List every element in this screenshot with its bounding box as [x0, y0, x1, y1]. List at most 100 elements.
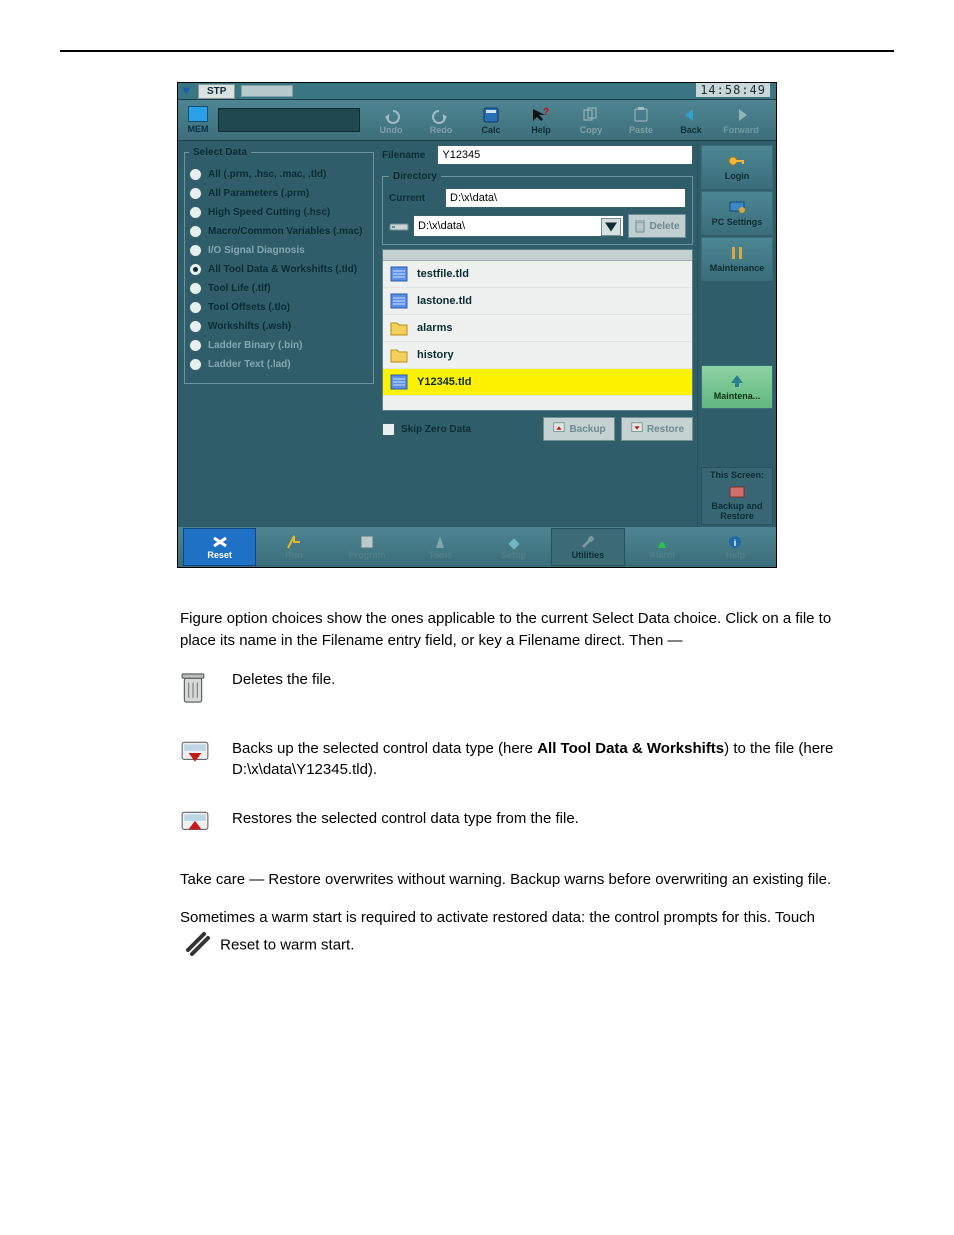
backup-icon — [180, 740, 216, 771]
help-button[interactable]: ? Help — [516, 105, 566, 135]
trash-icon — [180, 671, 216, 710]
current-dir-label: Current — [389, 193, 445, 204]
setup-label: Setup — [501, 550, 526, 560]
radio-icon — [189, 320, 202, 333]
pc-settings-button[interactable]: PC Settings — [701, 191, 773, 235]
maintenance-icon — [727, 245, 747, 261]
alarm-button[interactable]: Alarm — [627, 529, 698, 565]
list-item-selected[interactable]: Y12345.tld — [383, 369, 692, 396]
utilities-label: Utilities — [572, 550, 605, 560]
copy-button[interactable]: Copy — [566, 105, 616, 135]
app-tab-stp[interactable]: STP — [198, 84, 235, 99]
reset-icon — [210, 534, 230, 550]
clock-readout: 14:58:49 — [696, 83, 770, 97]
paste-label: Paste — [616, 125, 666, 135]
drive-dropdown[interactable]: D:\x\data\ — [413, 215, 624, 237]
restore-button[interactable]: Restore — [621, 417, 693, 441]
skip-zero-checkbox[interactable] — [382, 423, 395, 436]
restore-icon — [630, 421, 644, 438]
list-item[interactable]: history — [383, 342, 692, 369]
folder-icon — [389, 346, 409, 364]
radio-icon — [189, 225, 202, 238]
system-menu-icon[interactable] — [180, 84, 194, 98]
radio-label: High Speed Cutting (.hsc) — [208, 207, 330, 218]
doc-restore-text: Restores the selected control data type … — [232, 808, 834, 829]
radio-ladder-text: Ladder Text (.lad) — [189, 358, 369, 371]
radio-icon — [189, 168, 202, 181]
list-item[interactable]: lastone.tld — [383, 288, 692, 315]
file-name: Y12345.tld — [417, 376, 471, 388]
undo-button[interactable]: Undo — [366, 105, 416, 135]
file-name: testfile.tld — [417, 268, 469, 280]
back-arrow-icon — [681, 107, 701, 123]
back-button[interactable]: Back — [666, 105, 716, 135]
tools-button[interactable]: Tools — [405, 529, 476, 565]
login-button[interactable]: Login — [701, 145, 773, 189]
calc-icon — [481, 107, 501, 123]
radio-io-signal-diagnosis: I/O Signal Diagnosis — [189, 244, 369, 257]
radio-label: I/O Signal Diagnosis — [208, 245, 305, 256]
bottom-nav-bar: Reset Run Program Tools — [178, 527, 776, 567]
reset-button[interactable]: Reset — [183, 528, 256, 566]
radio-icon — [189, 263, 202, 276]
forward-button[interactable]: Forward — [716, 105, 766, 135]
select-data-group: Select Data All (.prm, .hsc, .mac, .tld)… — [184, 147, 374, 384]
doc-backup-text: Backs up the selected control data type … — [232, 738, 834, 780]
file-icon — [389, 265, 409, 283]
radio-label: All Tool Data & Workshifts (.tld) — [208, 264, 357, 275]
file-icon — [389, 292, 409, 310]
bottom-help-button[interactable]: i Help — [700, 529, 771, 565]
setup-button[interactable]: Setup — [478, 529, 549, 565]
list-item[interactable]: testfile.tld — [383, 261, 692, 288]
radio-workshifts[interactable]: Workshifts (.wsh) — [189, 320, 369, 333]
doc-warning: Take care — Restore overwrites without w… — [180, 869, 834, 892]
back-label: Back — [666, 125, 716, 135]
reset-slash-icon — [184, 930, 212, 962]
backup-button[interactable]: Backup — [543, 417, 615, 441]
main-toolbar: MEM Undo Redo Calc ? Help — [178, 100, 776, 141]
pc-settings-icon — [727, 199, 747, 215]
copy-label: Copy — [566, 125, 616, 135]
mode-mem-button[interactable]: MEM — [178, 106, 218, 134]
arrow-up-icon — [727, 373, 747, 389]
radio-icon — [189, 244, 202, 257]
drive-dropdown-value: D:\x\data\ — [418, 220, 465, 232]
undo-label: Undo — [366, 125, 416, 135]
doc-delete-row: Deletes the file. — [180, 669, 834, 710]
radio-high-speed-cutting[interactable]: High Speed Cutting (.hsc) — [189, 206, 369, 219]
radio-all-parameters[interactable]: All Parameters (.prm) — [189, 187, 369, 200]
paste-button[interactable]: Paste — [616, 105, 666, 135]
radio-icon — [189, 339, 202, 352]
maintenance-label: Maintenance — [710, 263, 765, 273]
radio-label: All (.prm, .hsc, .mac, .tld) — [208, 169, 326, 180]
redo-button[interactable]: Redo — [416, 105, 466, 135]
filename-input[interactable]: Y12345 — [437, 145, 693, 165]
restore-label: Restore — [647, 424, 684, 435]
maintenance-active-button[interactable]: Maintena... — [701, 365, 773, 409]
run-button[interactable]: Run — [258, 529, 329, 565]
select-data-legend: Select Data — [189, 147, 251, 158]
radio-all-tool-data-workshifts[interactable]: All Tool Data & Workshifts (.tld) — [189, 263, 369, 276]
wrench-icon — [578, 534, 598, 550]
maintenance-button[interactable]: Maintenance — [701, 237, 773, 281]
key-icon — [727, 153, 747, 169]
current-dir-field[interactable]: D:\x\data\ — [445, 188, 686, 208]
radio-tool-offsets[interactable]: Tool Offsets (.tlo) — [189, 301, 369, 314]
list-item[interactable]: alarms — [383, 315, 692, 342]
file-name: history — [417, 349, 454, 361]
mode-display-strip — [218, 108, 360, 132]
program-button[interactable]: Program — [332, 529, 403, 565]
alarm-icon — [652, 534, 672, 550]
radio-macro-common-vars[interactable]: Macro/Common Variables (.mac) — [189, 225, 369, 238]
mem-label: MEM — [178, 124, 218, 134]
delete-file-button[interactable]: Delete — [628, 214, 686, 238]
file-list[interactable]: testfile.tld lastone.tld alarms — [382, 249, 693, 411]
utilities-button[interactable]: Utilities — [551, 528, 624, 566]
undo-icon — [381, 107, 401, 123]
radio-label: All Parameters (.prm) — [208, 188, 309, 199]
maintenance-active-label: Maintena... — [714, 391, 761, 401]
radio-tool-life[interactable]: Tool Life (.tlf) — [189, 282, 369, 295]
radio-all[interactable]: All (.prm, .hsc, .mac, .tld) — [189, 168, 369, 181]
calc-button[interactable]: Calc — [466, 105, 516, 135]
this-screen-label: Backup and Restore — [704, 502, 770, 522]
